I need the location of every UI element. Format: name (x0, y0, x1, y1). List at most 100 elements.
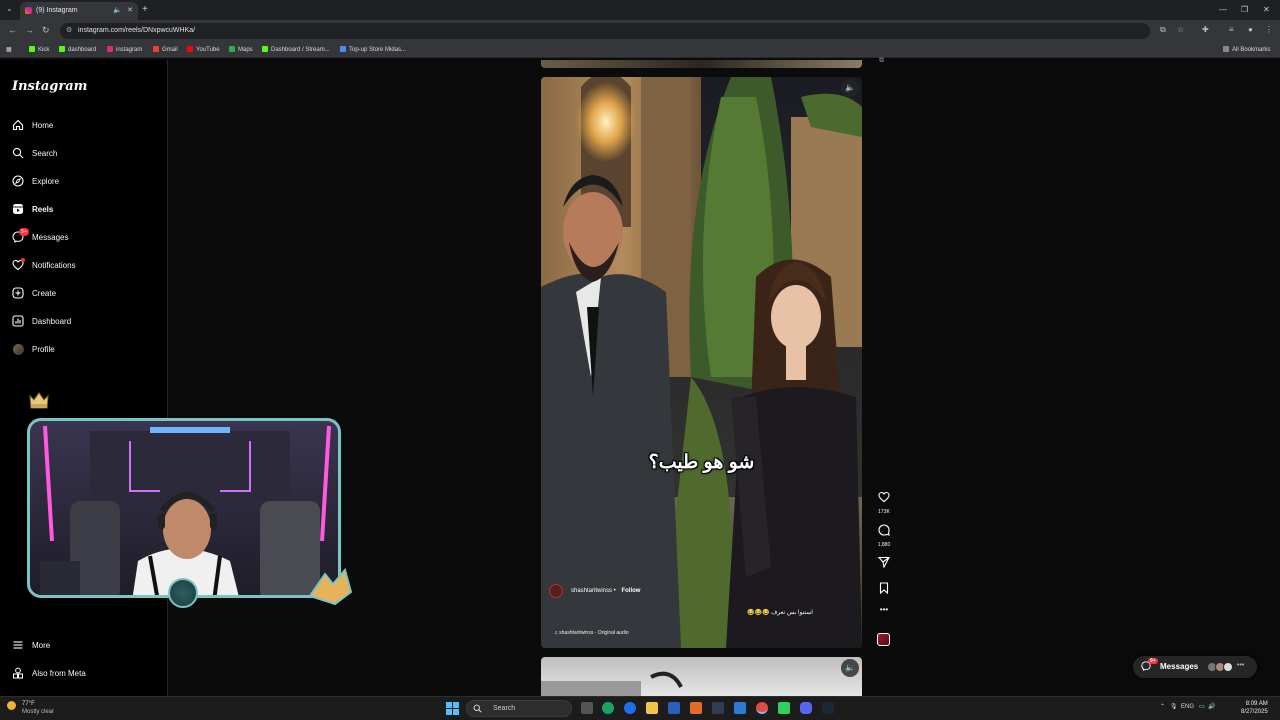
avatar-icon (12, 343, 24, 355)
webcam-feed-image (30, 421, 338, 595)
more-options-icon[interactable]: ••• (876, 605, 892, 614)
kick-icon[interactable] (778, 702, 790, 714)
restore-icon[interactable]: ❐ (1241, 5, 1248, 14)
store-icon[interactable] (668, 702, 680, 714)
bookmark-youtube[interactable]: YouTube (187, 46, 220, 53)
plus-square-icon (12, 287, 24, 299)
bookmark-dashboard[interactable]: dashboard (59, 46, 96, 53)
site-info-icon[interactable]: ⚙ (66, 26, 72, 34)
sidebar-item-messages[interactable]: 9+ Messages (12, 228, 68, 245)
folder-icon (1223, 46, 1229, 52)
language-indicator[interactable]: ENG (1181, 704, 1194, 710)
back-icon[interactable]: ← (8, 25, 17, 35)
profile-avatar-icon[interactable]: ● (1248, 25, 1253, 34)
like-button[interactable]: 173K (876, 490, 892, 515)
app-icon[interactable] (712, 702, 724, 714)
file-explorer-icon[interactable] (646, 702, 658, 714)
notepad-icon[interactable] (734, 702, 746, 714)
network-icon[interactable]: ▭ (1199, 704, 1205, 710)
sidebar-item-also-from-meta[interactable]: Also from Meta (12, 665, 86, 681)
install-app-icon[interactable]: ⧉ (1160, 25, 1166, 35)
steam-icon[interactable] (822, 702, 834, 714)
creator-username[interactable]: shashtaritwinss (571, 588, 612, 594)
reload-icon[interactable]: ↻ (42, 25, 50, 36)
messages-pill-badge: 9+ (1148, 658, 1158, 664)
search-icon (473, 704, 482, 715)
sidebar-item-search[interactable]: Search (12, 145, 57, 161)
weather-widget[interactable]: 77°F Mostly clear (7, 700, 54, 716)
bookmark-star-icon[interactable]: ☆ (1177, 25, 1184, 34)
sidebar-item-home[interactable]: Home (12, 117, 53, 133)
bookmark-instagram[interactable]: instagram (107, 46, 142, 53)
address-bar[interactable]: ⚙ instagram.com/reels/DNxpwcuWHKa/ (60, 23, 1150, 39)
comment-button[interactable]: 1,880 (876, 523, 892, 548)
heart-icon (878, 491, 890, 503)
reels-icon (12, 203, 24, 215)
browser-toolbar: ← → ↻ ⚙ instagram.com/reels/DNxpwcuWHKa/… (0, 20, 1280, 42)
bookmark-topup-store[interactable]: Top-up Store Midas... (340, 46, 406, 53)
minimize-icon[interactable]: — (1219, 5, 1227, 14)
next-reel-preview[interactable]: 🔈 (541, 657, 862, 697)
edge-icon[interactable] (602, 702, 614, 714)
taskbar-clock[interactable]: 8:09 AM 8/27/2025 (1241, 700, 1268, 716)
save-button[interactable] (876, 581, 892, 599)
bookmark-icon (879, 582, 889, 595)
all-bookmarks[interactable]: All Bookmarks (1223, 46, 1270, 53)
notification-dot (21, 258, 25, 262)
system-tray: ⌃ 🎙 ENG ▭ 🔊 (1160, 703, 1216, 710)
sidebar-item-reels[interactable]: Reels (12, 201, 53, 217)
search-icon (12, 147, 24, 159)
previous-reel-preview[interactable] (541, 60, 862, 68)
browser-tab-instagram[interactable]: (9) Instagram 🔈 ✕ (20, 2, 138, 20)
bookmark-gmail[interactable]: Gmail (153, 46, 178, 53)
chrome-menu-icon[interactable]: ⋮ (1265, 25, 1273, 34)
weather-temperature: 77°F (22, 701, 35, 707)
reel-description[interactable]: استنوا بس تعرف 😂😂😂 (747, 609, 813, 616)
volume-icon[interactable]: 🔊 (1208, 704, 1215, 710)
sidebar-item-profile[interactable]: Profile (12, 341, 55, 357)
follow-button[interactable]: Follow (621, 588, 640, 594)
sidebar-item-more[interactable]: More (12, 637, 50, 653)
previous-reel-more-icon[interactable]: ⧉ (879, 57, 884, 65)
new-tab-button[interactable]: + (142, 4, 148, 15)
chrome-icon[interactable] (756, 702, 768, 714)
next-reel-mute-icon[interactable]: 🔈 (841, 659, 859, 677)
messages-pill-button[interactable]: 9+ Messages ••• (1133, 656, 1257, 678)
windows-start-icon[interactable] (446, 702, 459, 715)
creator-avatar[interactable] (549, 584, 563, 598)
tab-close-icon[interactable]: ✕ (127, 6, 133, 14)
apps-grid-icon[interactable]: ▦ (6, 46, 12, 53)
midas-icon (340, 46, 346, 52)
audio-thumbnail[interactable] (877, 633, 890, 646)
webcam-overlay (27, 418, 341, 598)
extensions-icon[interactable]: ✚ (1202, 25, 1209, 34)
taskbar-search-label: Search (493, 705, 516, 712)
task-view-icon[interactable] (581, 702, 593, 714)
bookmark-kick[interactable]: Kick (29, 46, 49, 53)
sidebar-item-create[interactable]: Create (12, 285, 56, 301)
microphone-icon[interactable]: 🎙 (1170, 704, 1178, 710)
reel-video[interactable]: 🔈 شو هو طيب؟ shashtaritwinss • Follow اس… (541, 77, 862, 648)
comment-count: 1,880 (877, 542, 891, 548)
copilot-icon[interactable] (624, 702, 636, 714)
tab-search-icon[interactable]: ⌄ (6, 4, 13, 13)
share-button[interactable] (876, 555, 892, 573)
media-control-icon[interactable]: ≡ (1229, 25, 1234, 34)
sidebar-item-explore[interactable]: Explore (12, 173, 59, 189)
tray-overflow-icon[interactable]: ⌃ (1160, 704, 1165, 710)
mute-toggle-icon[interactable]: 🔈 (841, 79, 859, 97)
discord-icon[interactable] (800, 702, 812, 714)
tab-audio-icon[interactable]: 🔈 (113, 6, 122, 14)
reel-audio-link[interactable]: ♫ shashtaritwinss · Original audio (554, 630, 629, 636)
bookmark-dashboard-stream[interactable]: Dashboard / Stream... (262, 46, 330, 53)
sidebar-item-notifications[interactable]: Notifications (12, 257, 76, 273)
bookmark-maps[interactable]: Maps (229, 46, 253, 53)
instagram-logo[interactable]: Instagram (12, 79, 87, 94)
taskbar-search-box[interactable]: Search (466, 700, 572, 717)
reel-caption-overlay: شو هو طيب؟ (648, 452, 755, 473)
chart-icon (12, 315, 24, 327)
sidebar-item-dashboard[interactable]: Dashboard (12, 313, 71, 329)
app-icon[interactable] (690, 702, 702, 714)
forward-icon[interactable]: → (25, 25, 34, 35)
window-close-icon[interactable]: ✕ (1263, 5, 1270, 14)
